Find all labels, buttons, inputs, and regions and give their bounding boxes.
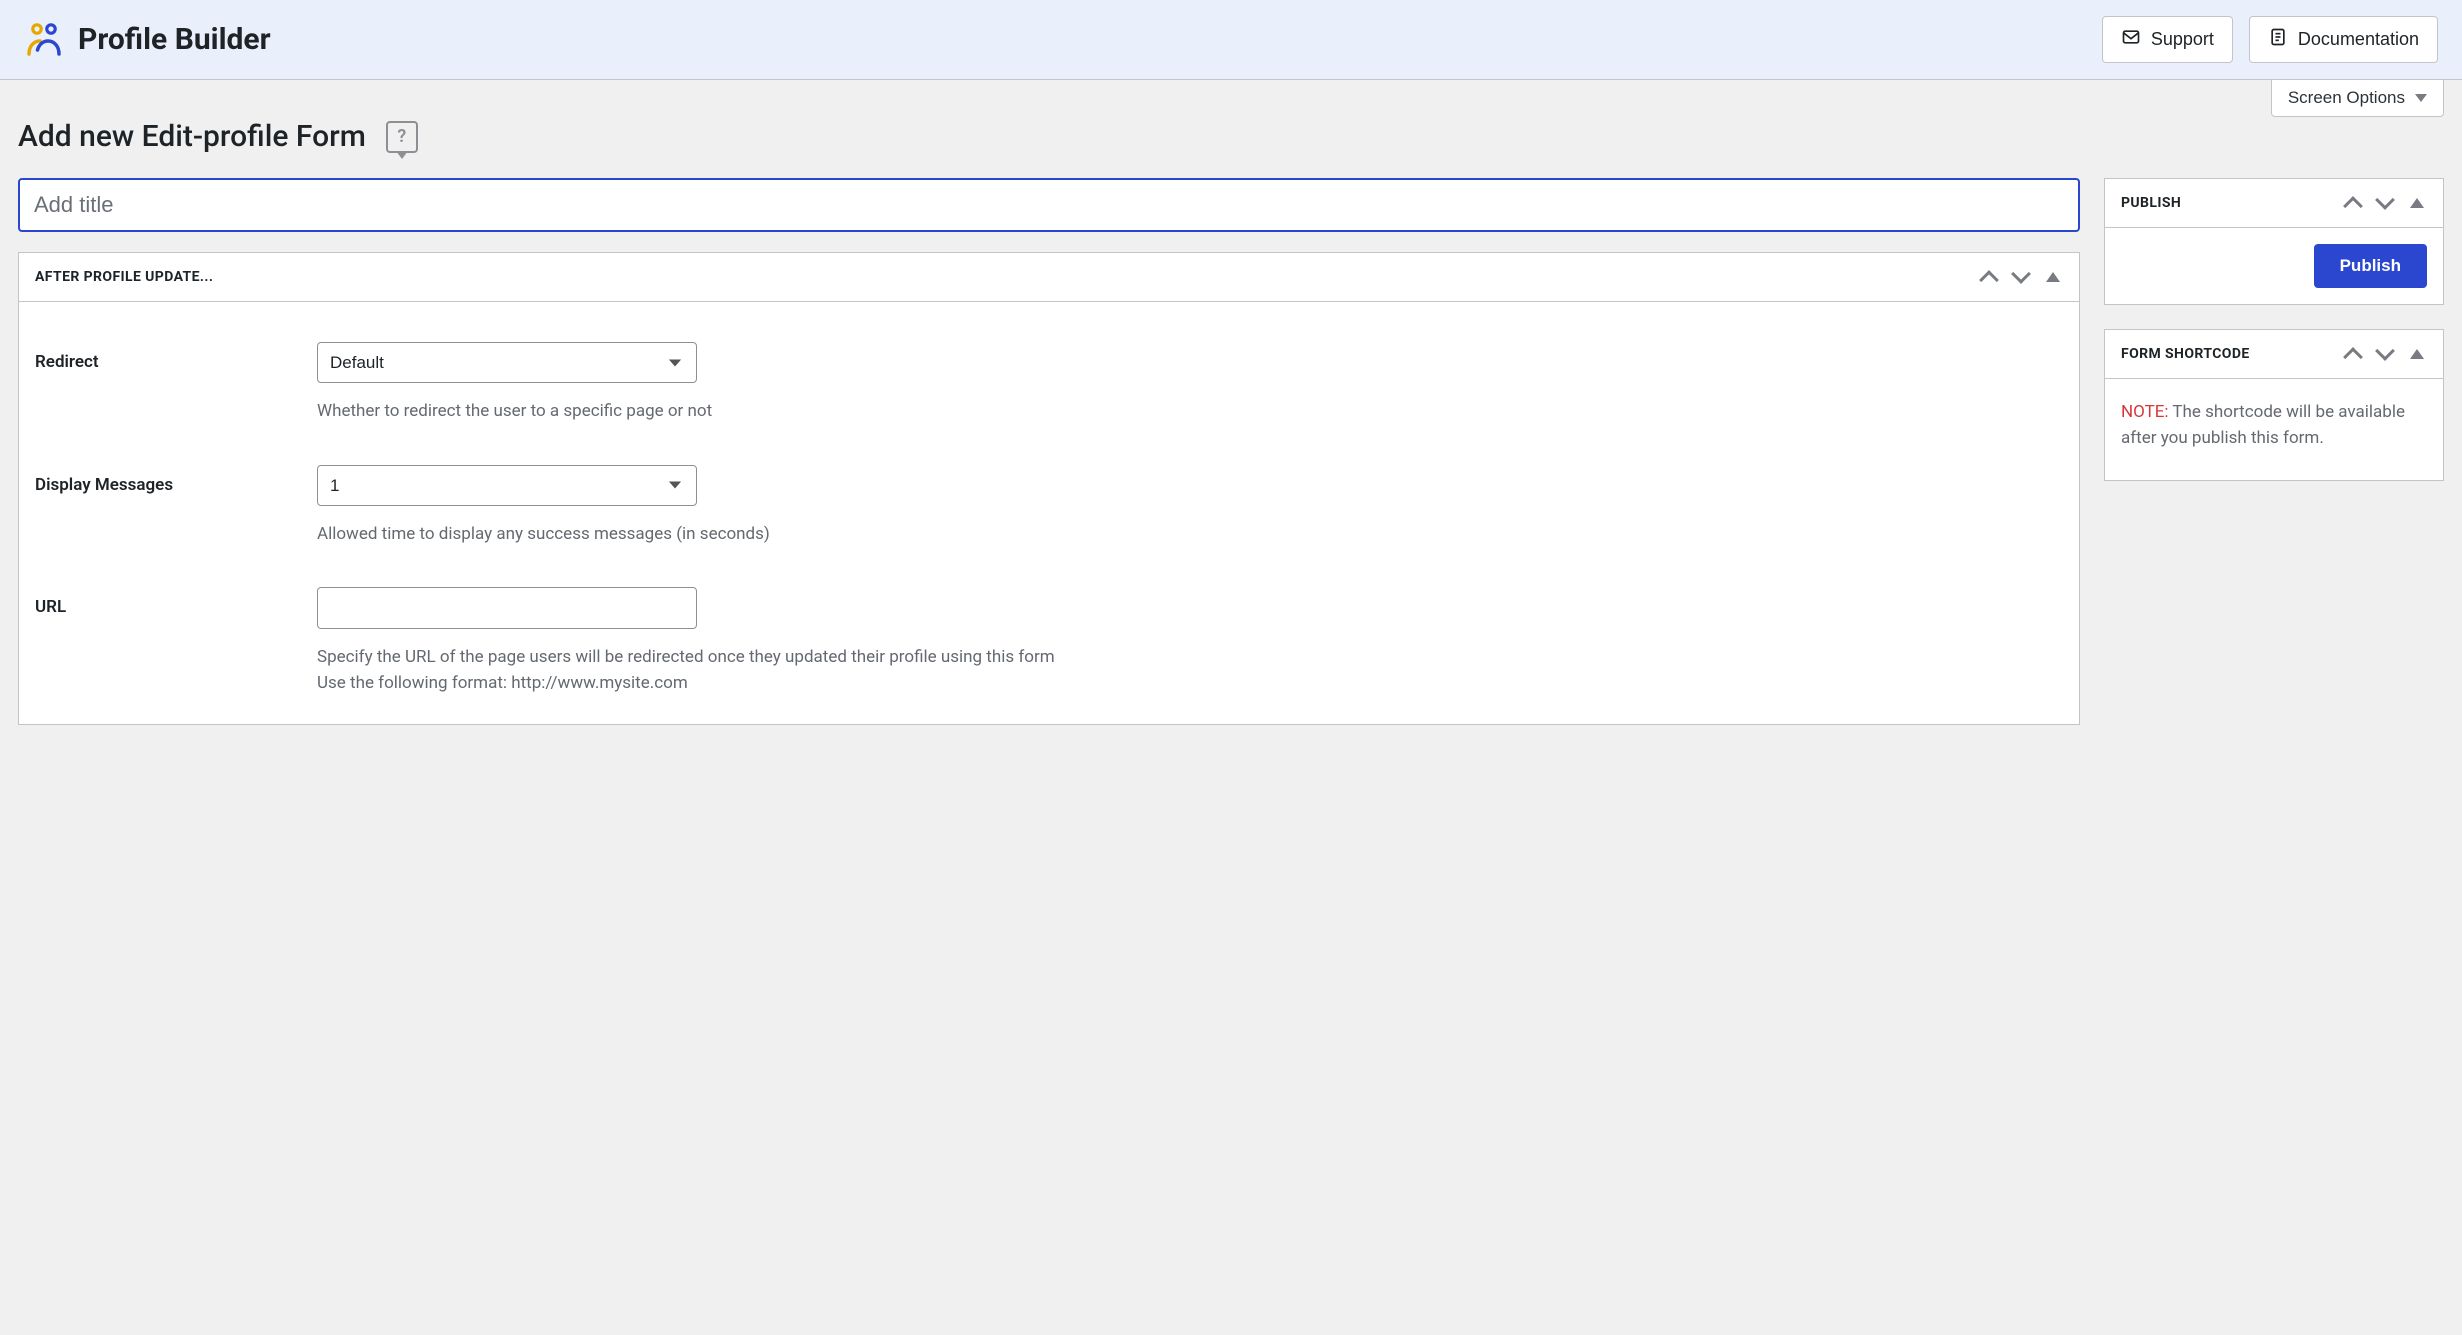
field-display-messages: Display Messages 1 Allowed time to displ…	[35, 465, 2063, 548]
metabox-title: FORM SHORTCODE	[2121, 346, 2250, 362]
field-label: Display Messages	[35, 465, 305, 548]
brand-title: Profile Builder	[78, 22, 271, 57]
note-label: NOTE:	[2121, 402, 2169, 422]
screen-options-button[interactable]: Screen Options	[2271, 80, 2444, 117]
metabox-after-profile-update: AFTER PROFILE UPDATE... Redirect Default	[18, 252, 2080, 725]
collapse-toggle-icon[interactable]	[2407, 193, 2427, 213]
shortcode-note: NOTE: The shortcode will be available af…	[2121, 399, 2427, 452]
metabox-controls	[1979, 267, 2063, 287]
move-up-icon[interactable]	[2343, 344, 2363, 364]
page-heading-row: Add new Edit-profile Form ?	[18, 105, 2444, 178]
field-label: Redirect	[35, 342, 305, 425]
metabox-body: Publish	[2105, 228, 2443, 304]
publish-button[interactable]: Publish	[2314, 244, 2427, 288]
support-label: Support	[2151, 29, 2214, 50]
move-down-icon[interactable]	[2375, 193, 2395, 213]
profile-builder-logo-icon	[24, 20, 64, 60]
help-icon[interactable]: ?	[386, 121, 418, 153]
screen-options-label: Screen Options	[2288, 88, 2405, 108]
field-url: URL Specify the URL of the page users wi…	[35, 587, 2063, 696]
move-down-icon[interactable]	[2011, 267, 2031, 287]
metabox-publish: PUBLISH Publish	[2104, 178, 2444, 305]
metabox-body: Redirect Default Whether to redirect the…	[19, 302, 2079, 724]
move-down-icon[interactable]	[2375, 344, 2395, 364]
field-redirect: Redirect Default Whether to redirect the…	[35, 342, 2063, 425]
metabox-header: AFTER PROFILE UPDATE...	[19, 253, 2079, 302]
field-control: Specify the URL of the page users will b…	[317, 587, 2063, 696]
collapse-toggle-icon[interactable]	[2043, 267, 2063, 287]
metabox-form-shortcode: FORM SHORTCODE NOTE: The shortcode will …	[2104, 329, 2444, 481]
url-input[interactable]	[317, 587, 697, 629]
display-messages-select[interactable]: 1	[317, 465, 697, 506]
metabox-header: PUBLISH	[2105, 179, 2443, 228]
redirect-select[interactable]: Default	[317, 342, 697, 383]
brand: Profile Builder	[24, 20, 271, 60]
field-control: 1 Allowed time to display any success me…	[317, 465, 2063, 548]
metabox-title: PUBLISH	[2121, 195, 2181, 211]
move-up-icon[interactable]	[2343, 193, 2363, 213]
documentation-button[interactable]: Documentation	[2249, 16, 2438, 63]
field-control: Default Whether to redirect the user to …	[317, 342, 2063, 425]
title-input[interactable]	[18, 178, 2080, 232]
move-up-icon[interactable]	[1979, 267, 1999, 287]
banner-buttons: Support Documentation	[2102, 16, 2438, 63]
metabox-controls	[2343, 344, 2427, 364]
chevron-down-icon	[2415, 94, 2427, 102]
field-description: Allowed time to display any success mess…	[317, 522, 2063, 548]
plugin-banner: Profile Builder Support Documentation	[0, 0, 2462, 80]
field-label: URL	[35, 587, 305, 696]
collapse-toggle-icon[interactable]	[2407, 344, 2427, 364]
metabox-title: AFTER PROFILE UPDATE...	[35, 269, 213, 285]
metabox-header: FORM SHORTCODE	[2105, 330, 2443, 379]
page-title: Add new Edit-profile Form	[18, 119, 366, 154]
sidebar-column: PUBLISH Publish FORM SHORTCODE	[2104, 178, 2444, 481]
documentation-label: Documentation	[2298, 29, 2419, 50]
metabox-controls	[2343, 193, 2427, 213]
support-button[interactable]: Support	[2102, 16, 2233, 63]
field-description: Specify the URL of the page users will b…	[317, 645, 2063, 696]
field-description: Whether to redirect the user to a specif…	[317, 399, 2063, 425]
document-icon	[2268, 27, 2288, 52]
mail-icon	[2121, 27, 2141, 52]
metabox-body: NOTE: The shortcode will be available af…	[2105, 379, 2443, 480]
main-column: AFTER PROFILE UPDATE... Redirect Default	[18, 178, 2080, 725]
